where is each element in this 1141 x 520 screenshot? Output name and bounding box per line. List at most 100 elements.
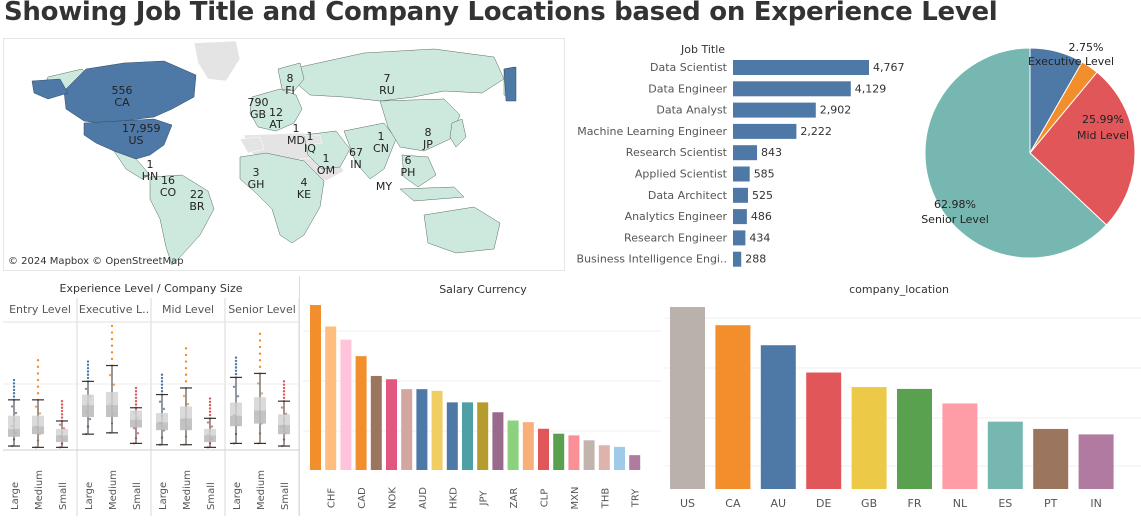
boxplot-panel-label: Executive L.. (79, 303, 149, 316)
job-title-value: 4,129 (855, 82, 887, 95)
location-bar (760, 345, 796, 489)
location-bar (1078, 434, 1114, 489)
currency-bar (507, 420, 519, 470)
salary-currency-chart: Salary Currency CHF CAD NOK AUD HKD JPY ZAR CLP M… (303, 276, 661, 516)
map-label-ca[interactable]: 556 CA (108, 85, 136, 109)
boxplot-box-upper (8, 415, 20, 429)
currency-tick-label: HKD (448, 487, 459, 509)
boxplot-outlier (234, 369, 238, 372)
pie-label-name: Mid Level (1077, 129, 1129, 142)
boxplot-box-lower (56, 435, 68, 443)
boxplot-outlier (282, 393, 286, 396)
boxplot-outlier (86, 370, 90, 373)
map-label-co[interactable]: 16 CO (154, 175, 182, 199)
boxplot-outlier (134, 403, 138, 406)
map-label-fi[interactable]: 8 FI (276, 73, 304, 97)
map-label-cn[interactable]: 1 CN (367, 131, 395, 155)
boxplot-box-lower (156, 422, 168, 431)
job-title-label: Analytics Engineer (625, 210, 728, 223)
boxplot-chart: Experience Level / Company Size Entry Lev… (3, 276, 300, 516)
boxplot-outlier (184, 380, 188, 383)
boxplot-box-upper (254, 397, 266, 411)
job-title-bar (733, 209, 747, 225)
location-bar (715, 325, 751, 489)
boxplot-point (88, 417, 92, 421)
boxplot-point (14, 411, 18, 415)
boxplot-point (186, 402, 190, 406)
boxplot-title: Experience Level / Company Size (60, 282, 243, 295)
map-label-gh[interactable]: 3 GH (242, 167, 270, 191)
boxplot-category-label: Small (280, 482, 291, 510)
currency-tick-label: THB (600, 488, 611, 510)
boxplot-outlier (86, 366, 90, 370)
boxplot-outlier (184, 347, 188, 350)
map-label-code: GH (247, 178, 265, 191)
job-title-value: 2,222 (800, 125, 832, 138)
experience-pie-chart: 2.75% Executive Level 25.99% Mid Level 62.98… (915, 38, 1141, 270)
boxplot-box-upper (32, 415, 44, 427)
job-title-value: 585 (754, 168, 775, 181)
location-tick-label: GB (861, 497, 877, 510)
job-title-label: Research Engineer (624, 231, 727, 244)
world-map[interactable]: 556 CA 17,959 US 7 RU 790 GB 8 FI 12 AT 1 MD 1 HN 16 CO 22… (3, 38, 565, 271)
job-title-bar (733, 145, 758, 161)
boxplot-outlier (282, 390, 286, 393)
job-title-svg: Job Title Data Scientist 4,767 Data Enginee… (577, 43, 905, 267)
boxplot-box-upper (106, 391, 118, 406)
boxplot-outlier (258, 365, 262, 369)
currency-bar (492, 412, 504, 470)
boxplot-outlier (282, 396, 286, 400)
location-tick-label: NL (953, 497, 968, 510)
map-label-code: CO (159, 186, 177, 199)
boxplot-outlier (234, 359, 238, 363)
boxplot-point (162, 407, 166, 411)
job-title-label: Applied Scientist (635, 168, 728, 181)
job-title-value: 434 (749, 231, 770, 244)
map-label-iq[interactable]: 1 IQ (296, 131, 324, 155)
map-label-br[interactable]: 22 BR (183, 189, 211, 213)
boxplot-box-upper (278, 414, 290, 425)
currency-tick-label: CHF (327, 488, 338, 509)
map-attribution[interactable]: © 2024 Mapbox © OpenStreetMap (8, 256, 184, 267)
location-tick-label: PT (1044, 497, 1058, 510)
boxplot-outlier (282, 380, 286, 383)
location-bar (670, 307, 705, 489)
currency-bar (416, 389, 428, 470)
boxplot-outlier (208, 410, 212, 413)
currency-bar (310, 305, 321, 470)
currency-tick-label: AUD (418, 487, 429, 509)
map-label-my[interactable]: MY (370, 181, 398, 193)
boxplot-category-label: Large (232, 482, 243, 510)
boxplot-category-label: Large (158, 482, 169, 510)
boxplot-outlier (60, 409, 64, 413)
pie-label-name: Senior Level (921, 213, 989, 226)
map-label-in[interactable]: 67 IN (342, 147, 370, 171)
boxplot-outlier (12, 382, 16, 385)
map-label-jp[interactable]: 8 JP (414, 127, 442, 151)
boxplot-point (210, 425, 214, 428)
map-label-code: JP (423, 138, 433, 151)
job-title-bar (733, 102, 816, 118)
boxplot-outlier (110, 357, 114, 361)
map-label-om[interactable]: 1 OM (312, 153, 340, 177)
job-title-bar (733, 230, 746, 246)
location-title: company_location (849, 283, 949, 296)
job-title-value: 525 (752, 189, 773, 202)
boxplot-outlier (160, 386, 164, 390)
location-tick-label: DE (816, 497, 831, 510)
map-label-us[interactable]: 17,959 US (122, 123, 161, 147)
boxplot-outlier (208, 397, 212, 400)
boxplot-box-lower (106, 405, 118, 417)
map-label-ph[interactable]: 6 PH (394, 155, 422, 179)
job-title-bar (733, 166, 750, 182)
boxplot-outlier (110, 324, 114, 328)
currency-bar (538, 428, 549, 470)
boxplot-outlier (134, 393, 138, 396)
map-label-ke[interactable]: 4 KE (290, 177, 318, 201)
boxplot-outlier (258, 352, 262, 355)
boxplot-box-lower (130, 419, 142, 428)
company-location-chart: company_location US CA AU DE GB FR NL ES PT IN (664, 276, 1141, 516)
pie-label-pct: 2.75% (1069, 41, 1104, 54)
currency-tick-label: MXN (570, 487, 581, 510)
map-label-ru[interactable]: 7 RU (373, 73, 401, 97)
